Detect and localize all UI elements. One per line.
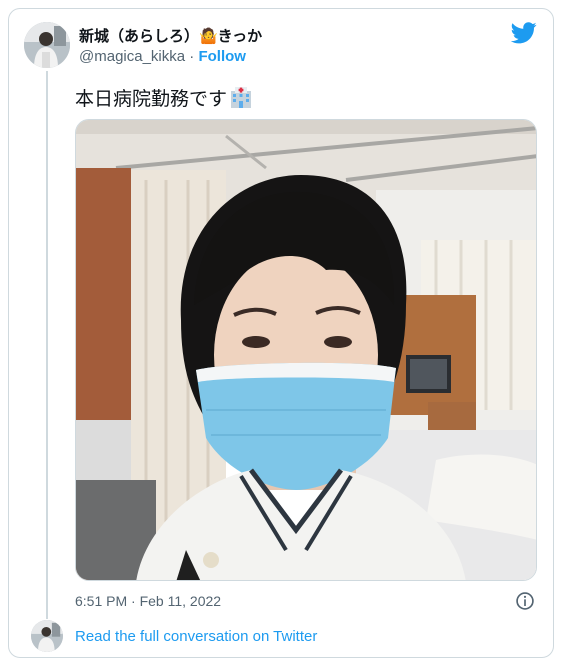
- author-display-name[interactable]: 新城（あらしろ）🤷きっか: [79, 25, 262, 46]
- conversation-avatar[interactable]: [31, 620, 63, 652]
- author-avatar[interactable]: [24, 22, 70, 68]
- avatar-photo-small: [31, 620, 63, 652]
- read-full-conversation-link[interactable]: Read the full conversation on Twitter: [75, 628, 317, 645]
- author-handle-row: @magica_kikka · Follow: [79, 48, 246, 65]
- thread-line: [46, 71, 48, 619]
- tweet-photo[interactable]: [75, 119, 537, 581]
- twitter-bird-icon[interactable]: [511, 22, 537, 44]
- avatar-photo: [24, 22, 70, 68]
- tweet-text-content: 本日病院勤務です: [75, 89, 228, 110]
- hospital-selfie-image: [76, 120, 536, 580]
- info-icon[interactable]: [515, 591, 535, 611]
- tweet-card: 新城（あらしろ）🤷きっか @magica_kikka · Follow 本日病院…: [8, 8, 554, 658]
- hospital-emoji-icon: [231, 87, 252, 108]
- author-handle[interactable]: @magica_kikka: [79, 48, 185, 65]
- follow-button[interactable]: Follow: [198, 48, 246, 65]
- separator-dot: ·: [189, 48, 195, 65]
- tweet-timestamp[interactable]: 6:51 PM · Feb 11, 2022: [75, 593, 221, 609]
- tweet-text: 本日病院勤務です: [75, 85, 253, 113]
